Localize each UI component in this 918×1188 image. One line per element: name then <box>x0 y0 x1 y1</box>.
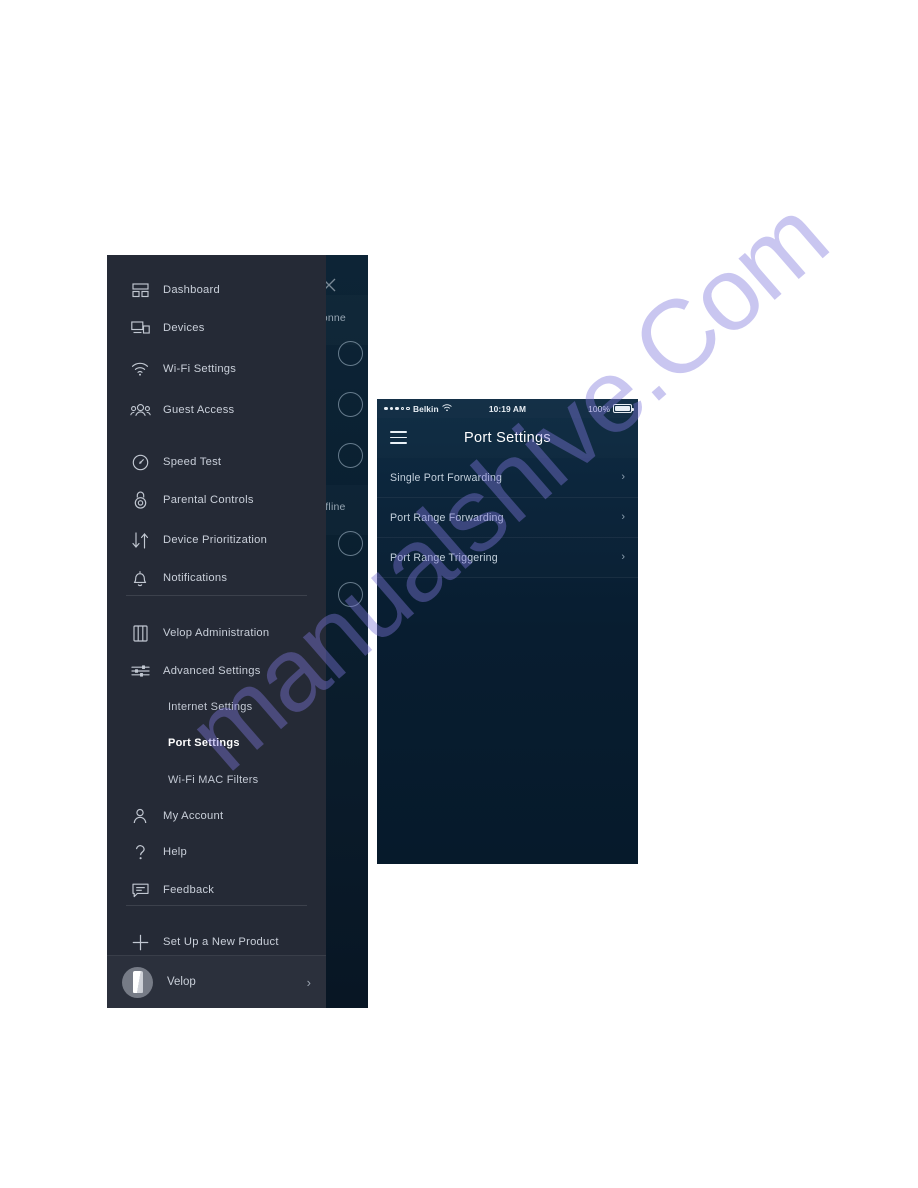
sidebar-item-label: Set Up a New Product <box>163 936 279 948</box>
speedometer-icon <box>126 454 154 471</box>
profile-label: Velop <box>167 976 196 988</box>
device-status-ring <box>338 392 363 417</box>
drawer-divider <box>126 905 307 906</box>
sidebar-item-label: Speed Test <box>163 456 222 468</box>
person-icon <box>126 808 154 824</box>
lock-icon <box>126 491 154 509</box>
chevron-right-icon: › <box>306 974 311 990</box>
sidebar-subitem-label: Port Settings <box>168 737 240 749</box>
sidebar-subitem-label: Internet Settings <box>168 701 253 713</box>
sidebar-item-guest-access[interactable]: Guest Access <box>107 393 326 427</box>
sidebar-item-label: Device Prioritization <box>163 534 268 546</box>
sidebar-item-notifications[interactable]: Notifications <box>107 561 326 595</box>
list-item[interactable]: Port Range Forwarding › <box>377 498 638 538</box>
sidebar-item-velop-administration[interactable]: Velop Administration <box>107 616 326 650</box>
device-status-ring <box>338 582 363 607</box>
sidebar-item-set-up-a-new-product[interactable]: Set Up a New Product <box>107 925 326 959</box>
sidebar-item-label: Wi-Fi Settings <box>163 363 237 375</box>
sidebar-item-parental-controls[interactable]: Parental Controls <box>107 483 326 517</box>
sidebar-item-my-account[interactable]: My Account <box>107 799 326 833</box>
sidebar-item-label: Dashboard <box>163 284 220 296</box>
sidebar-item-label: Notifications <box>163 572 228 584</box>
status-bar: Belkin 10:19 AM 100% <box>377 399 638 418</box>
sidebar-item-label: Advanced Settings <box>163 665 261 677</box>
sidebar-item-label: Parental Controls <box>163 494 254 506</box>
chevron-right-icon: › <box>621 471 625 483</box>
sidebar-item-label: Guest Access <box>163 404 235 416</box>
sidebar-item-label: My Account <box>163 810 224 822</box>
velop-node-icon <box>126 624 154 642</box>
bell-icon <box>126 570 154 587</box>
sidebar-subitem-internet-settings[interactable]: Internet Settings <box>107 690 326 724</box>
battery-percent-label: 100% <box>588 403 610 414</box>
sidebar-item-devices[interactable]: Devices <box>107 311 326 345</box>
sidebar-item-dashboard[interactable]: Dashboard <box>107 273 326 307</box>
list-item-label: Port Range Forwarding <box>390 511 504 524</box>
devices-icon <box>126 321 154 335</box>
phone-screenshot: Belkin 10:19 AM 100% Port Settings Singl… <box>377 399 638 864</box>
sidebar-item-advanced-settings[interactable]: Advanced Settings <box>107 654 326 688</box>
list-item[interactable]: Port Range Triggering › <box>377 538 638 578</box>
velop-avatar-icon <box>122 966 153 998</box>
plus-icon <box>126 934 154 951</box>
list-item-label: Port Range Triggering <box>390 551 498 564</box>
sidebar-subitem-label: Wi-Fi MAC Filters <box>168 774 259 786</box>
chevron-right-icon: › <box>621 551 625 563</box>
battery-icon <box>613 404 634 413</box>
sidebar-item-speed-test[interactable]: Speed Test <box>107 445 326 479</box>
dashboard-icon <box>126 282 154 298</box>
feedback-icon <box>126 883 154 898</box>
screenshot-composite: Conne Offline Dashboard Devices Wi-Fi Se… <box>0 0 918 1188</box>
sidebar-item-label: Devices <box>163 322 205 334</box>
list-item-label: Single Port Forwarding <box>390 471 503 484</box>
sidebar-item-label: Help <box>163 846 188 858</box>
arrows-updown-icon <box>126 531 154 549</box>
chevron-right-icon: › <box>621 511 625 523</box>
list-item[interactable]: Single Port Forwarding › <box>377 458 638 498</box>
sidebar-item-label: Feedback <box>163 884 215 896</box>
sidebar-item-feedback[interactable]: Feedback <box>107 873 326 907</box>
sidebar-subitem-port-settings[interactable]: Port Settings <box>107 726 326 760</box>
port-settings-list: Single Port Forwarding › Port Range Forw… <box>377 458 638 578</box>
sidebar-item-label: Velop Administration <box>163 627 270 639</box>
page-title: Port Settings <box>464 430 551 446</box>
drawer-profile-row[interactable]: Velop › <box>107 955 326 1008</box>
question-icon <box>126 844 154 861</box>
status-bar-right: 100% <box>588 399 634 418</box>
sidebar-item-help[interactable]: Help <box>107 835 326 869</box>
wifi-icon <box>126 362 154 376</box>
device-status-ring <box>338 443 363 468</box>
drawer-divider <box>126 595 307 596</box>
guest-access-icon <box>126 403 154 417</box>
navigation-drawer: Dashboard Devices Wi-Fi Settings Guest A… <box>107 255 326 1008</box>
sliders-icon <box>126 664 154 678</box>
hamburger-menu-icon[interactable] <box>390 431 407 444</box>
sidebar-item-wifi-settings[interactable]: Wi-Fi Settings <box>107 352 326 386</box>
phone-header: Port Settings <box>377 418 638 458</box>
sidebar-subitem-wifi-mac-filters[interactable]: Wi-Fi MAC Filters <box>107 763 326 797</box>
device-status-ring <box>338 341 363 366</box>
device-status-ring <box>338 531 363 556</box>
sidebar-item-device-prioritization[interactable]: Device Prioritization <box>107 523 326 557</box>
